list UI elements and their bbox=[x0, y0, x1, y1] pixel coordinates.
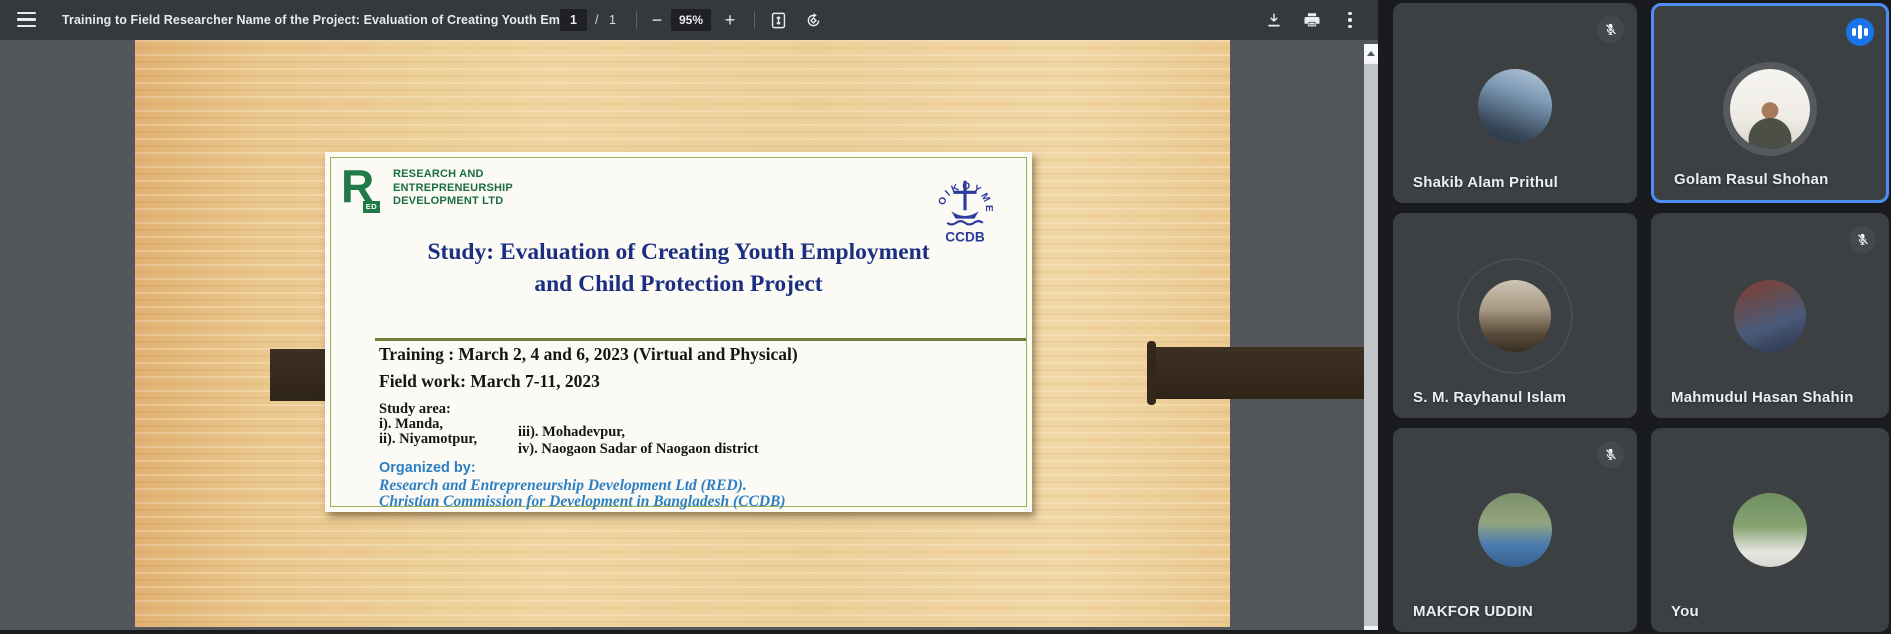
slide-ribbon-right bbox=[1152, 347, 1365, 399]
participant-name: Golam Rasul Shohan bbox=[1674, 171, 1828, 188]
avatar bbox=[1478, 69, 1552, 143]
print-icon[interactable] bbox=[1300, 8, 1324, 32]
avatar bbox=[1479, 280, 1551, 352]
participant-name: Shakib Alam Prithul bbox=[1413, 174, 1558, 191]
slide-title: Study: Evaluation of Creating Youth Empl… bbox=[325, 236, 1032, 300]
svg-text:OIKOYMENE: OIKOYMENE bbox=[929, 164, 994, 214]
avatar bbox=[1734, 280, 1806, 352]
mic-muted-icon bbox=[1849, 226, 1876, 253]
slide-divider-line bbox=[375, 338, 1026, 341]
rotate-icon[interactable] bbox=[801, 8, 825, 32]
participant-tile[interactable]: Shakib Alam Prithul bbox=[1393, 3, 1637, 203]
participant-tile[interactable]: S. M. Rayhanul Islam bbox=[1393, 213, 1637, 418]
panel-resize-handle[interactable] bbox=[1378, 197, 1392, 239]
participant-name: Mahmudul Hasan Shahin bbox=[1671, 389, 1854, 406]
red-org-line2: ENTREPRENEURSHIP bbox=[393, 182, 513, 196]
participant-tile-active-speaker[interactable]: Golam Rasul Shohan bbox=[1651, 3, 1889, 203]
document-title: Training to Field Researcher Name of the… bbox=[62, 0, 584, 40]
slide-title-line2: and Child Protection Project bbox=[325, 268, 1032, 300]
page-total: 1 bbox=[609, 9, 616, 31]
participant-name: S. M. Rayhanul Islam bbox=[1413, 389, 1566, 406]
organizer-ccdb: Christian Commission for Development in … bbox=[379, 493, 786, 511]
fieldwork-dates: Field work: March 7-11, 2023 bbox=[379, 371, 600, 392]
slide-card: R ED RESEARCH AND ENTREPRENEURSHIP DEVEL… bbox=[325, 152, 1032, 512]
participant-tile[interactable]: MAKFOR UDDIN bbox=[1393, 428, 1637, 632]
toolbar-divider bbox=[636, 11, 637, 29]
scrollbar-up-arrow-icon[interactable] bbox=[1364, 44, 1378, 62]
scrollbar-thumb[interactable] bbox=[1364, 64, 1378, 626]
toolbar-divider bbox=[754, 11, 755, 29]
page-separator: / bbox=[595, 9, 598, 31]
red-org-line1: RESEARCH AND bbox=[393, 168, 513, 182]
avatar bbox=[1478, 493, 1552, 567]
more-options-icon[interactable] bbox=[1338, 8, 1362, 32]
organized-by-label: Organized by: bbox=[379, 460, 476, 476]
ccdb-ring-text: OIKOYMENE bbox=[929, 164, 994, 214]
fit-to-page-icon[interactable] bbox=[766, 8, 790, 32]
meet-screenshare-window: Training to Field Researcher Name of the… bbox=[0, 0, 1891, 634]
zoom-in-button[interactable]: + bbox=[718, 8, 742, 32]
zoom-out-button[interactable]: − bbox=[645, 8, 669, 32]
study-area-item: iii). Mohadevpur, bbox=[518, 424, 625, 441]
menu-icon[interactable] bbox=[17, 12, 36, 27]
training-dates: Training : March 2, 4 and 6, 2023 (Virtu… bbox=[379, 344, 798, 365]
page-number-input[interactable]: 1 bbox=[560, 9, 587, 31]
participant-tile[interactable]: Mahmudul Hasan Shahin bbox=[1651, 213, 1889, 418]
avatar bbox=[1730, 69, 1810, 149]
mic-muted-icon bbox=[1597, 441, 1624, 468]
slide-title-line1: Study: Evaluation of Creating Youth Empl… bbox=[325, 236, 1032, 268]
study-area-item: iv). Naogaon Sadar of Naogaon district bbox=[518, 441, 759, 458]
participant-tile-self[interactable]: You bbox=[1651, 428, 1889, 632]
pdf-toolbar: Training to Field Researcher Name of the… bbox=[0, 0, 1378, 40]
speaking-indicator-icon bbox=[1846, 18, 1874, 46]
red-org-name: RESEARCH AND ENTREPRENEURSHIP DEVELOPMEN… bbox=[393, 168, 513, 209]
mic-muted-icon bbox=[1597, 16, 1624, 43]
study-area-item: ii). Niyamotpur, bbox=[379, 431, 477, 448]
red-org-line3: DEVELOPMENT LTD bbox=[393, 195, 513, 209]
participant-name: MAKFOR UDDIN bbox=[1413, 603, 1533, 620]
download-icon[interactable] bbox=[1262, 8, 1286, 32]
zoom-level[interactable]: 95% bbox=[671, 9, 711, 31]
red-logo: R ED bbox=[341, 168, 388, 214]
red-logo-sub: ED bbox=[363, 201, 380, 213]
avatar bbox=[1733, 493, 1807, 567]
pdf-scrollbar[interactable] bbox=[1364, 44, 1378, 630]
participant-name: You bbox=[1671, 603, 1699, 620]
